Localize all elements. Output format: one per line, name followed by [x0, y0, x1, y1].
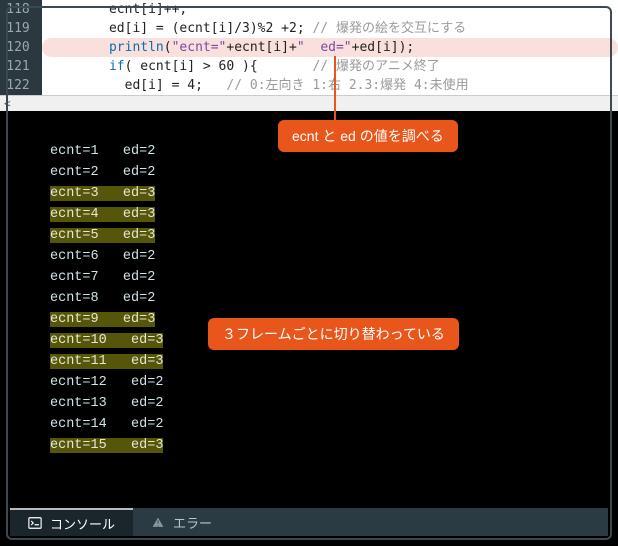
console-line: ecnt=14 ed=2	[50, 414, 618, 435]
callout-connector	[334, 56, 336, 126]
tab-console-label: コンソール	[50, 514, 115, 533]
console-line: ecnt=15 ed=3	[50, 435, 618, 456]
console-line: ecnt=8 ed=2	[50, 288, 618, 309]
line-number: 119	[0, 19, 42, 38]
code-content[interactable]: ed[i] = 4; // 0:左向き 1:右 2.3:爆発 4:未使用	[42, 76, 618, 95]
code-content[interactable]: if( ecnt[i] > 60 ){ // 爆発のアニメ終了	[42, 57, 618, 76]
line-number: 120	[0, 38, 42, 57]
console-line: ecnt=6 ed=2	[50, 246, 618, 267]
tab-console[interactable]: コンソール	[10, 508, 133, 536]
tab-errors-label: エラー	[173, 513, 212, 532]
bottom-tab-bar: コンソール エラー	[10, 508, 608, 536]
scroll-left-icon[interactable]: <	[4, 97, 11, 110]
console-line: ecnt=11 ed=3	[50, 351, 618, 372]
line-number: 121	[0, 57, 42, 76]
console-line: ecnt=13 ed=2	[50, 393, 618, 414]
code-editor[interactable]: 118 ecnt[i]++;119 ed[i] = (ecnt[i]/3)%2 …	[0, 0, 618, 95]
line-number: 118	[0, 0, 42, 19]
code-line[interactable]: 119 ed[i] = (ecnt[i]/3)%2 +2; // 爆発の絵を交互…	[0, 19, 618, 38]
console-icon	[28, 516, 42, 530]
tab-errors[interactable]: エラー	[133, 508, 230, 536]
code-content[interactable]: println("ecnt="+ecnt[i]+" ed="+ed[i]);	[42, 38, 618, 57]
console-line: ecnt=7 ed=2	[50, 267, 618, 288]
console-line: ecnt=2 ed=2	[50, 162, 618, 183]
console-line: ecnt=12 ed=2	[50, 372, 618, 393]
console-line: ecnt=3 ed=3	[50, 183, 618, 204]
code-line[interactable]: 120 println("ecnt="+ecnt[i]+" ed="+ed[i]…	[0, 38, 618, 57]
callout-mid: ３フレームごとに切り替わっている	[208, 318, 459, 350]
code-content[interactable]: ed[i] = (ecnt[i]/3)%2 +2; // 爆発の絵を交互にする	[42, 19, 618, 38]
code-line[interactable]: 122 ed[i] = 4; // 0:左向き 1:右 2.3:爆発 4:未使用	[0, 76, 618, 95]
horizontal-scrollbar[interactable]: <	[0, 95, 618, 111]
console-output[interactable]: ecnt=1 ed=2ecnt=2 ed=2ecnt=3 ed=3ecnt=4 …	[0, 111, 618, 471]
line-number: 122	[0, 76, 42, 95]
warning-icon	[151, 515, 165, 529]
code-line[interactable]: 121 if( ecnt[i] > 60 ){ // 爆発のアニメ終了	[0, 57, 618, 76]
code-content[interactable]: ecnt[i]++;	[42, 0, 618, 19]
console-line: ecnt=5 ed=3	[50, 225, 618, 246]
callout-top: ecnt と ed の値を調べる	[278, 120, 458, 152]
console-line: ecnt=4 ed=3	[50, 204, 618, 225]
code-line[interactable]: 118 ecnt[i]++;	[0, 0, 618, 19]
